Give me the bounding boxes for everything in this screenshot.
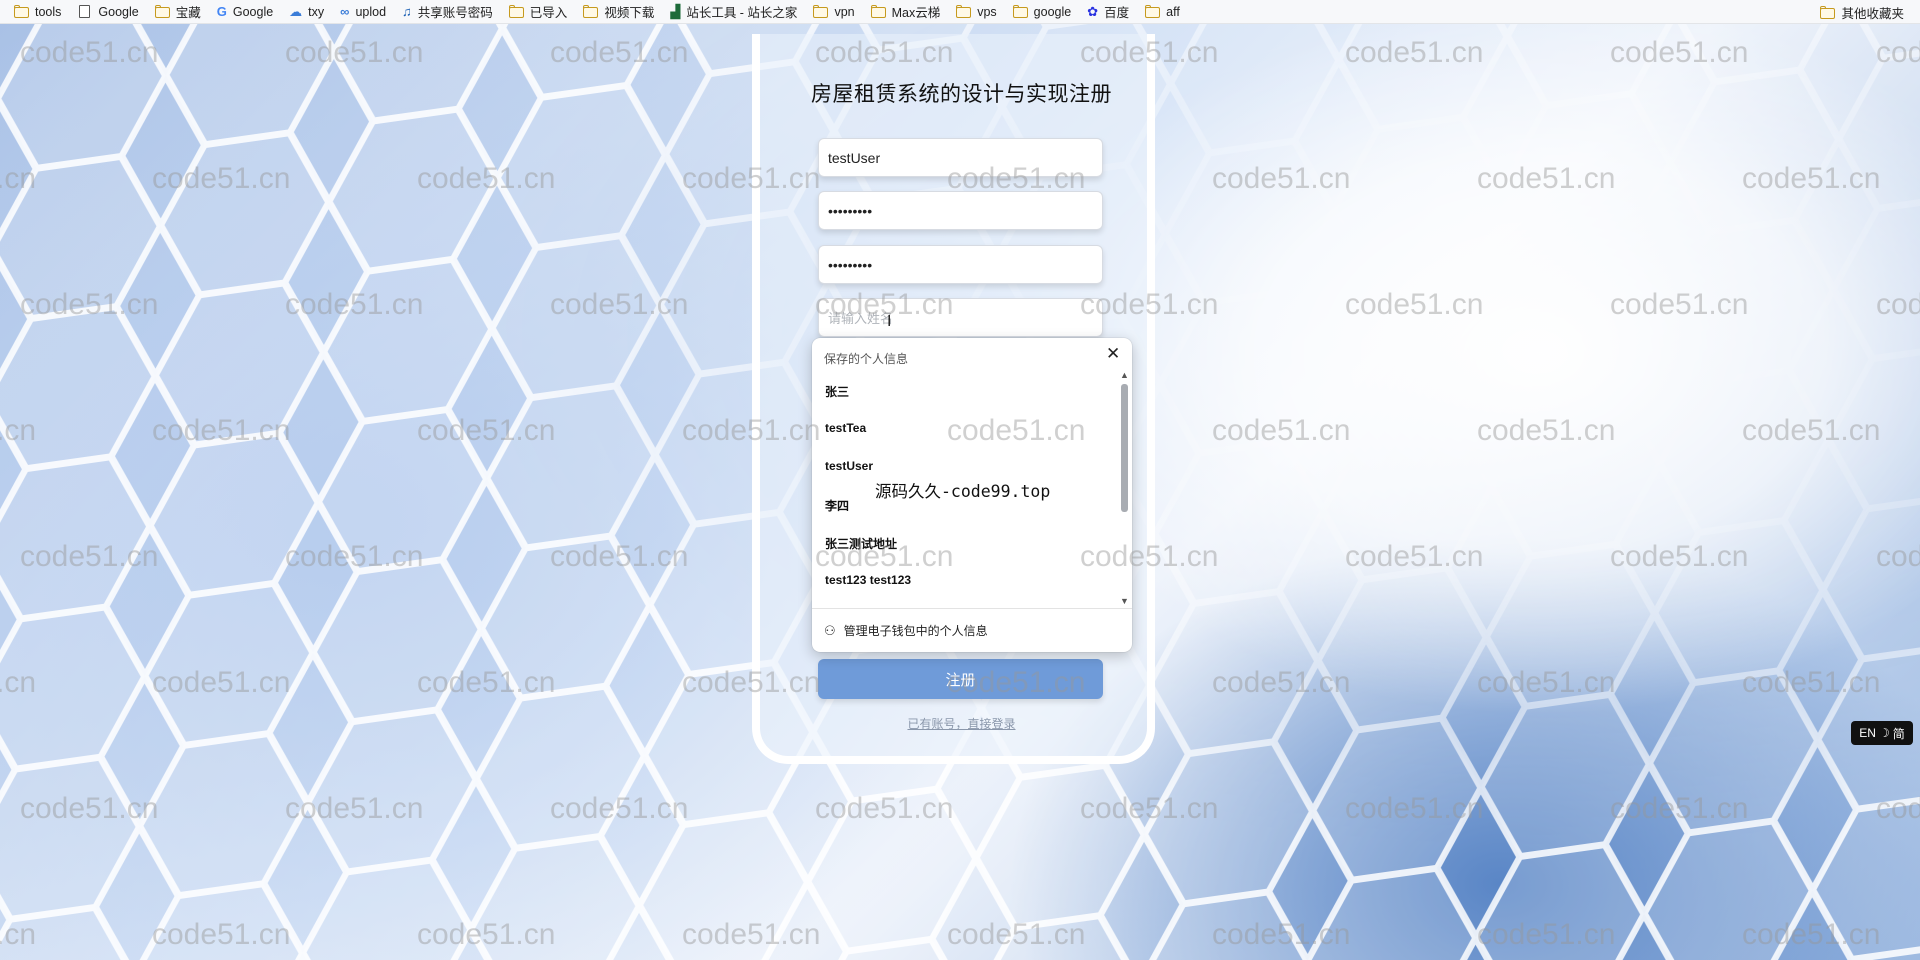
bookmark-google-doc[interactable]: Google <box>69 1 146 23</box>
bookmark-google[interactable]: G Google <box>209 1 281 23</box>
bookmark-vpn[interactable]: vpn <box>805 1 862 23</box>
name-input[interactable]: 请输入姓名 <box>818 298 1103 337</box>
folder-icon <box>1012 5 1028 18</box>
manage-wallet-link[interactable]: ⚇ 管理电子钱包中的个人信息 <box>824 622 988 639</box>
bookmark-other-favorites[interactable]: 其他收藏夹 <box>1812 1 1912 23</box>
scroll-up-icon[interactable]: ▲ <box>1120 370 1129 380</box>
bookmarks-bar: tools Google 宝藏 G Google ☁ txy ∞ uplod ♫ 共享账… <box>0 0 1920 24</box>
overlay-watermark-text: 源码久久-code99.top <box>875 482 1051 501</box>
confirm-password-input[interactable]: ••••••••• <box>818 245 1103 284</box>
bookmark-video-download[interactable]: 视频下载 <box>575 1 662 23</box>
cloud-icon: ☁ <box>289 4 303 19</box>
autofill-item[interactable]: 李四 <box>825 497 849 514</box>
bookmark-vps[interactable]: vps <box>948 1 1004 23</box>
autofill-item[interactable]: 张三测试地址 <box>825 535 897 552</box>
username-input[interactable]: testUser <box>818 138 1103 177</box>
share-icon: ♫ <box>402 4 412 19</box>
folder-icon <box>1145 5 1161 18</box>
folder-icon <box>14 5 29 18</box>
scrollbar-thumb[interactable] <box>1121 384 1128 512</box>
bookmark-shared-accounts[interactable]: ♫ 共享账号密码 <box>394 1 501 23</box>
ime-indicator[interactable]: EN ☽ 简 <box>1851 721 1913 745</box>
autofill-header: 保存的个人信息 <box>824 352 909 366</box>
document-icon <box>77 5 92 18</box>
folder-icon <box>508 5 524 18</box>
link-icon: ∞ <box>340 4 350 19</box>
bookmark-imported[interactable]: 已导入 <box>501 1 576 23</box>
autofill-item[interactable]: testUser <box>825 459 873 473</box>
close-icon[interactable]: ✕ <box>1106 345 1120 362</box>
register-button[interactable]: 注册 <box>818 659 1103 699</box>
bookmark-baidu[interactable]: ✿ 百度 <box>1079 1 1137 23</box>
ime-mode: 简 <box>1892 726 1905 741</box>
password-input[interactable]: ••••••••• <box>818 191 1103 230</box>
person-settings-icon: ⚇ <box>824 622 836 638</box>
login-link[interactable]: 已有账号，直接登录 <box>760 715 1163 732</box>
bookmark-google-folder[interactable]: google <box>1005 1 1080 23</box>
scroll-down-icon[interactable]: ▼ <box>1120 596 1129 606</box>
bookmark-webmaster-tools[interactable]: ▟ 站长工具 - 站长之家 <box>662 1 805 23</box>
ime-moon-icon: ☽ <box>1878 726 1890 740</box>
folder-icon <box>870 5 886 18</box>
folder-icon <box>583 5 599 18</box>
bookmark-tools[interactable]: tools <box>6 1 69 23</box>
folder-icon <box>813 5 829 18</box>
manage-wallet-label: 管理电子钱包中的个人信息 <box>843 624 988 638</box>
baidu-icon: ✿ <box>1087 4 1099 19</box>
folder-icon <box>154 5 170 18</box>
google-icon: G <box>216 4 227 19</box>
text-cursor-icon: I <box>887 313 892 330</box>
autofill-item[interactable]: 张三 <box>825 383 849 400</box>
ime-language: EN <box>1859 726 1876 740</box>
chart-icon: ▟ <box>670 4 681 19</box>
autofill-item[interactable]: testTea <box>825 421 866 435</box>
page-title: 房屋租赁系统的设计与实现注册 <box>811 83 1112 106</box>
bookmark-aff[interactable]: aff <box>1137 1 1188 23</box>
scrollbar[interactable]: ▲ ▼ <box>1118 370 1130 608</box>
folder-icon <box>1820 5 1836 19</box>
bookmark-txy[interactable]: ☁ txy <box>281 1 332 23</box>
bookmark-baozang[interactable]: 宝藏 <box>147 1 209 23</box>
divider <box>812 608 1132 609</box>
bookmark-uplod[interactable]: ∞ uplod <box>332 1 394 23</box>
folder-icon <box>956 5 972 18</box>
autofill-item[interactable]: test123 test123 <box>825 573 911 587</box>
bookmark-max[interactable]: Max云梯 <box>863 1 949 23</box>
